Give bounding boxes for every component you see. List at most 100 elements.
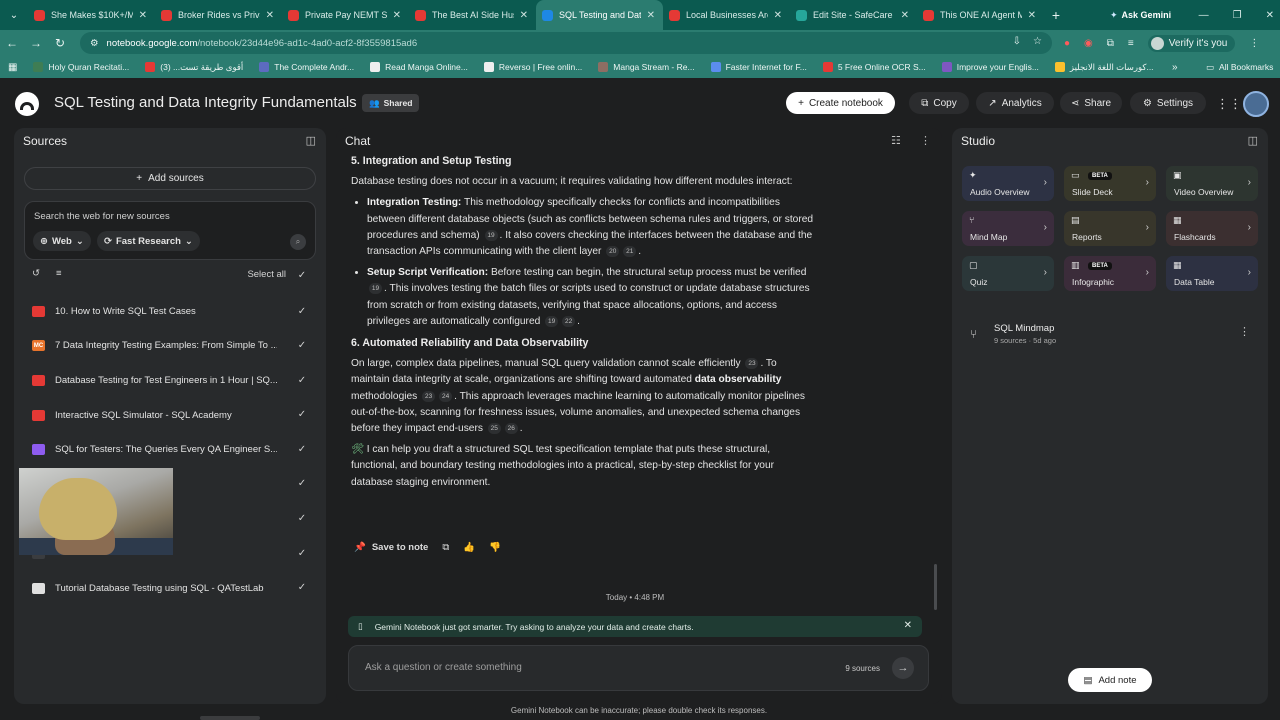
close-window-icon[interactable]: ✕ [1266,10,1274,21]
chat-scrollbar[interactable] [934,564,937,610]
tune-icon[interactable]: ☷ [891,134,901,147]
maximize-icon[interactable]: ❐ [1233,10,1242,21]
search-submit-icon[interactable]: ⌕ [290,234,306,250]
source-checkbox[interactable]: ✓ [296,305,308,317]
share-button[interactable]: ⋖ Share [1060,92,1122,114]
source-checkbox[interactable]: ✓ [296,340,308,352]
close-tab-icon[interactable]: ✕ [266,10,274,21]
browser-tab[interactable]: Private Pay NEMT Sec ✕ [282,0,409,30]
chat-input[interactable]: Ask a question or create something 9 sou… [348,645,929,691]
add-note-button[interactable]: ▤ Add note [1068,668,1152,692]
studio-tile[interactable]: ⑂ Mind Map › [962,211,1054,246]
citation-chip[interactable]: 19 [369,283,382,295]
source-item[interactable]: SQL for Testers: The Queries Every QA En… [32,432,308,467]
bookmark-star-icon[interactable]: ☆ [1033,36,1042,47]
notebook-title[interactable]: SQL Testing and Data Integrity Fundament… [54,94,357,111]
thumbs-up-icon[interactable]: 👍 [463,542,475,553]
close-tab-icon[interactable]: ✕ [393,10,401,21]
source-checkbox[interactable]: ✓ [296,547,308,559]
reload-icon[interactable]: ↻ [48,36,72,50]
add-sources-button[interactable]: + Add sources [24,167,316,190]
extension-record-icon[interactable]: ◉ [1084,38,1093,49]
close-tab-icon[interactable]: ✕ [774,10,782,21]
source-item[interactable]: 10. How to Write SQL Test Cases ✓ [32,294,308,329]
collapse-panel-icon[interactable]: ◫ [306,134,316,147]
studio-tile[interactable]: ▣ Video Overview › [1166,166,1258,201]
source-item[interactable]: Interactive SQL Simulator - SQL Academy ✓ [32,398,308,433]
studio-tile[interactable]: ▭ BETA Slide Deck › [1064,166,1156,201]
browser-tab[interactable]: She Makes $10K+/Mo ✕ [28,0,155,30]
all-bookmarks-button[interactable]: ▭ All Bookmarks [1206,56,1273,78]
saved-note[interactable]: ⑂ SQL Mindmap 9 sources · 5d ago ⋮ [970,321,1250,345]
browser-tab[interactable]: Broker Rides vs Private ✕ [155,0,282,30]
source-checkbox[interactable]: ✓ [296,443,308,455]
sort-icon[interactable]: ≡ [56,268,62,279]
extensions-puzzle-icon[interactable]: ⧉ [1107,38,1114,49]
browser-tab[interactable]: SQL Testing and Data ✕ [536,0,663,30]
apps-grid-icon[interactable]: ▦ [8,62,17,73]
refresh-icon[interactable]: ↺ [32,268,40,279]
google-apps-icon[interactable]: ⋮⋮ [1216,96,1242,112]
close-tab-icon[interactable]: ✕ [139,10,147,21]
research-mode-dropdown[interactable]: ⟳ Fast Research ⌄ [97,231,200,251]
ask-gemini-button[interactable]: ✦ Ask Gemini [1110,0,1171,30]
copy-icon[interactable]: ⧉ [442,542,449,553]
avatar[interactable] [1243,91,1269,117]
bookmark-item[interactable]: Read Manga Online... [370,62,468,73]
studio-tile[interactable]: ▥ BETA Infographic › [1064,256,1156,291]
minimize-icon[interactable]: — [1199,10,1209,21]
new-tab-icon[interactable]: + [1044,7,1068,23]
bookmark-item[interactable]: Faster Internet for F... [710,62,807,73]
source-item[interactable]: Database Testing for Test Engineers in 1… [32,363,308,398]
site-info-icon[interactable]: ⚙ [90,38,99,49]
citation-chip[interactable]: 19 [484,229,498,241]
close-icon[interactable]: ✕ [904,620,912,631]
source-item[interactable]: MC 7 Data Integrity Testing Examples: Fro… [32,329,308,364]
source-checkbox[interactable]: ✓ [296,409,308,421]
bookmark-item[interactable]: أقوى طريقة تست... (3) [145,62,243,73]
bookmark-item[interactable]: Reverso | Free onlin... [483,62,582,73]
browser-tab[interactable]: The Best AI Side Hustle ✕ [409,0,536,30]
citation-chip[interactable]: 19 [545,315,559,327]
bookmark-item[interactable]: The Complete Andr... [259,62,354,73]
collapse-panel-icon[interactable]: ◫ [1248,134,1258,147]
notebook-logo-icon[interactable] [15,92,39,116]
back-icon[interactable]: ← [0,36,24,50]
copy-button[interactable]: ⧉ Copy [909,92,969,114]
select-all-checkbox[interactable]: ✓ [296,269,308,281]
media-controls-icon[interactable]: ≡ [1128,38,1134,49]
citation-chip[interactable]: 23 [745,358,759,370]
citation-chip[interactable]: 21 [623,246,637,258]
analytics-button[interactable]: ↗ Analytics [976,92,1054,114]
browser-tab[interactable]: Edit Site - SafeCare Tr ✕ [790,0,917,30]
web-search-box[interactable]: Search the web for new sources ⊕ Web ⌄ ⟳ Fa… [24,201,316,260]
close-tab-icon[interactable]: ✕ [1028,10,1036,21]
create-notebook-button[interactable]: + Create notebook [786,92,895,114]
select-all-label[interactable]: Select all [247,269,286,280]
address-bar[interactable]: ⚙ notebook.google.com/notebook/23d44e96-… [80,32,1052,54]
bookmark-item[interactable]: كورسات اللغة الانجليز... [1054,62,1154,73]
studio-tile[interactable]: ▢ Quiz › [962,256,1054,291]
web-source-dropdown[interactable]: ⊕ Web ⌄ [33,231,91,251]
browser-tab[interactable]: This ONE AI Agent Ma ✕ [917,0,1044,30]
citation-chip[interactable]: 26 [504,423,518,435]
more-bookmarks-icon[interactable]: » [1172,56,1178,78]
settings-button[interactable]: ⚙ Settings [1130,92,1206,114]
source-item[interactable]: Tutorial Database Testing using SQL - QA… [32,571,308,606]
citation-chip[interactable]: 23 [422,390,436,402]
close-tab-icon[interactable]: ✕ [520,10,528,21]
extension-red-icon[interactable]: ● [1064,38,1070,49]
browser-menu-icon[interactable]: ⋮ [1249,38,1259,49]
close-tab-icon[interactable]: ✕ [647,10,655,21]
more-vert-icon[interactable]: ⋮ [920,134,931,147]
citation-chip[interactable]: 24 [439,390,453,402]
source-checkbox[interactable]: ✓ [296,582,308,594]
studio-tile[interactable]: ▤ Reports › [1064,211,1156,246]
citation-chip[interactable]: 20 [606,246,620,258]
install-app-icon[interactable]: ⇩ [1013,36,1021,47]
close-tab-icon[interactable]: ✕ [901,10,909,21]
thumbs-down-icon[interactable]: 👎 [489,542,501,553]
more-vert-icon[interactable]: ⋮ [1239,325,1250,338]
bookmark-item[interactable]: Holy Quran Recitati... [33,62,129,73]
bookmark-item[interactable]: Manga Stream - Re... [598,62,695,73]
